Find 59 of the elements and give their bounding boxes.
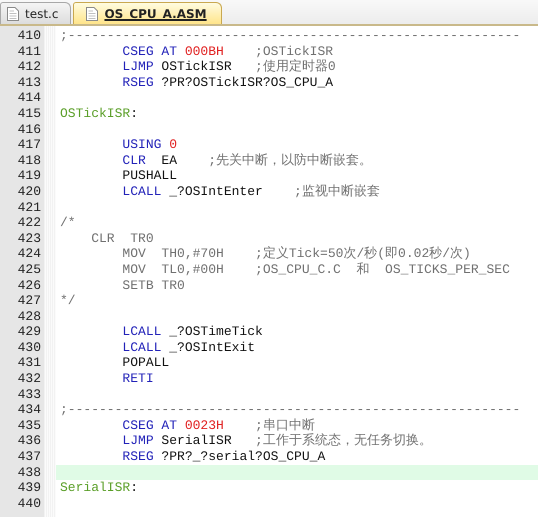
line-number: 427 [18, 293, 41, 309]
line-number: 438 [18, 464, 41, 480]
line-number: 436 [18, 433, 41, 450]
line-number: 416 [18, 122, 41, 138]
code-line: PUSHALL [121, 168, 178, 184]
line-number: 423 [18, 230, 41, 246]
code-line: MOV TH0,#70H ;定义Tick=50次/秒(即0.02秒/次) [121, 246, 472, 262]
line-number: 422 [18, 215, 41, 231]
line-number: 413 [18, 74, 41, 90]
line-number: 421 [18, 200, 41, 216]
line-number: 426 [18, 278, 41, 294]
line-number: 420 [18, 184, 41, 200]
document-icon [86, 6, 98, 20]
line-number: 429 [18, 324, 41, 340]
line-number: 432 [18, 371, 41, 387]
code-line: OSTickISR: [59, 106, 140, 122]
code-line: /* [59, 215, 77, 231]
code-line: POPALL [121, 355, 170, 372]
line-number: 435 [18, 418, 41, 434]
code-line: RSEG ?PR?_?serial?OS_CPU_A [121, 449, 326, 465]
line-number: 411 [18, 44, 41, 60]
line-number: 412 [18, 59, 41, 75]
code-line: MOV TL0,#00H ;OS_CPU_C.C 和 OS_TICKS_PER_SEC [121, 262, 511, 278]
code-line: CLR EA ;先关中断，以防中断嵌套。 [121, 152, 374, 168]
code-line: USING 0 [121, 137, 178, 153]
code-line: RSEG ?PR?OSTickISR?OS_CPU_A [121, 74, 334, 90]
code-line: LCALL _?OSIntEnter ;监视中断嵌套 [121, 184, 381, 200]
line-number: 424 [18, 246, 41, 262]
line-number: 440 [18, 496, 41, 512]
code-line: LJMP OSTickISR ;使用定时器0 [121, 59, 337, 75]
code-line: CLR TR0 [90, 230, 155, 246]
code-line: LCALL _?OSIntExit [121, 340, 256, 356]
code-line: ;---------------------------------------------------------- [59, 402, 522, 418]
line-number: 437 [18, 449, 41, 465]
line-number: 434 [18, 402, 41, 418]
line-number: 433 [18, 386, 41, 402]
document-icon [7, 6, 19, 20]
line-number: 431 [18, 355, 41, 372]
line-number: 419 [18, 168, 41, 184]
code-line: CSEG AT 000BH ;OSTickISR [121, 44, 334, 59]
line-number: 418 [18, 152, 41, 168]
code-line: LCALL _?OSTimeTick [121, 324, 264, 340]
code-line: SerialISR: [59, 480, 140, 496]
line-number: 417 [18, 137, 41, 153]
line-number: 410 [18, 28, 41, 44]
file-tab[interactable]: OS_CPU_A.ASM [73, 2, 222, 24]
line-number: 415 [18, 106, 41, 122]
line-number: 414 [18, 90, 41, 106]
code-line: SETB TR0 [121, 278, 186, 294]
code-line: ;---------------------------------------------------------- [59, 28, 522, 44]
line-number: 425 [18, 262, 41, 278]
code-line: CSEG AT 0023H ;串口中断 [121, 418, 316, 433]
code-line: RETI [121, 371, 155, 387]
file-tab[interactable]: test.c [0, 2, 72, 24]
line-number: 428 [18, 308, 41, 324]
code-line: */ [59, 293, 77, 309]
line-number: 430 [18, 340, 41, 356]
line-number: 439 [18, 480, 41, 496]
code-line: LJMP SerialISR ;工作于系统态，无任务切换。 [121, 433, 433, 450]
